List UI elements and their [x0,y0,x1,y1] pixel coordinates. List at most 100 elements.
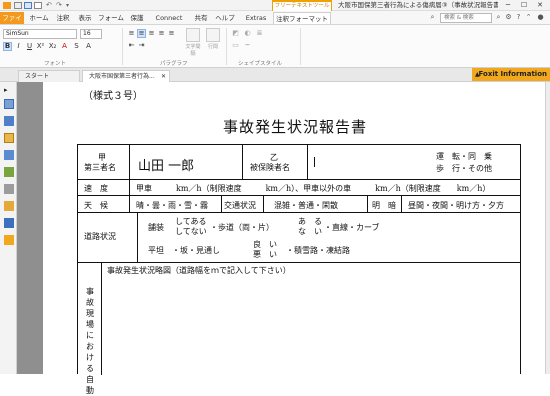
char-spacing-button[interactable]: 文字間隔 [184,28,202,57]
tab-start[interactable]: スタート [18,70,80,82]
font-color-icon[interactable]: A [60,42,69,51]
user-panel-icon[interactable] [4,235,14,245]
road-exist-no: な い [298,227,322,236]
security-icon[interactable] [4,201,14,211]
col-divider [307,145,308,179]
signature-icon[interactable] [4,218,14,228]
minimize-icon[interactable]: ─ [500,0,516,11]
print-icon[interactable] [34,2,42,9]
tab-comment[interactable]: 注釈 [54,12,72,24]
document-viewport[interactable]: （様式３号） 事故発生状況報告書 甲 第三者名 山田 一郎 乙 被保険者名 運 … [17,82,550,395]
role-options-line1: 運 転・同 乗 [436,152,492,161]
col-divider [263,195,264,212]
document-tab-strip: スタート 大阪市国保第三者行為... ✕ [0,68,550,82]
group-font-label: フォント [44,61,67,67]
distribute-icon[interactable]: ≡ [167,29,176,38]
light-label: 明 暗 [372,201,396,210]
indent-increase-icon[interactable]: ⇥ [137,41,146,50]
attachments-icon[interactable] [4,184,14,194]
pages-icon[interactable] [4,116,14,126]
tab-document-label: 大阪市国保第三者行為... [89,73,155,80]
tab-connect[interactable]: Connect [152,12,186,24]
road-shape: ・直線・カーブ [324,223,380,232]
line-width-icon[interactable]: ≣ [255,29,264,38]
light-options: 昼間・夜間・明け方・夕方 [408,201,504,210]
superscript-icon[interactable]: X² [36,42,45,51]
tab-help[interactable]: ヘルプ [214,12,236,24]
align-left-icon[interactable]: ≡ [127,29,136,38]
road-visibility-bad: 悪 い [253,250,277,259]
opacity-icon[interactable]: ◐ [243,29,252,38]
save-icon[interactable] [24,2,32,9]
party-a-name-field[interactable]: 山田 一郎 [138,155,194,174]
customize-icon[interactable]: ▾ [66,2,74,9]
page-title: 事故発生状況報告書 [223,118,368,136]
comments-icon[interactable] [4,167,14,177]
indent-decrease-icon[interactable]: ⇤ [127,41,136,50]
speed-text: 甲車 km／h（制限速度 km／h）、甲車以外の車 km／h（制限速度 km／h… [136,184,491,193]
close-tab-icon[interactable]: ✕ [161,71,166,82]
help-icon[interactable]: ? [514,13,523,22]
text-cursor [314,157,315,167]
tab-annotation-format[interactable]: 注釈フォーマット [273,12,331,24]
close-icon[interactable]: ✕ [532,0,548,11]
settings-icon[interactable]: ⚙ [504,13,513,22]
foxit-information-button[interactable]: ▲ Foxit Information [472,68,550,81]
search-icon[interactable]: ⌕ [428,13,437,22]
hand-tool-icon[interactable] [4,99,14,109]
open-icon[interactable] [14,2,22,9]
ribbon-separator [300,28,301,65]
traffic-label: 交通状況 [224,201,256,210]
search-input[interactable]: 検索 & 検索 [440,13,492,23]
redo-icon[interactable]: ↷ [56,2,64,9]
group-shape-style-label: シェイプスタイル [238,61,283,67]
clear-format-icon[interactable]: A [84,42,93,51]
tab-home[interactable]: ホーム [28,12,50,24]
font-size-select[interactable]: 16 [80,29,102,39]
user-icon[interactable]: ● [536,13,545,22]
vertical-scrollbar[interactable] [545,82,550,374]
form-number: （様式３号） [83,91,143,102]
maximize-icon[interactable]: ☐ [516,0,532,11]
tab-share[interactable]: 共有 [193,12,209,24]
search-go-icon[interactable]: ⌕ [494,13,503,22]
border-style-icon[interactable]: ┅ [243,41,252,50]
italic-icon[interactable]: I [14,42,23,51]
tab-file[interactable]: ファイル [0,12,24,34]
tab-current-document[interactable]: 大阪市国保第三者行為... ✕ [82,70,170,82]
road-label: 道路状況 [84,232,116,241]
accident-site-vertical-label: 事故現場における自動 [86,287,94,395]
font-name-select[interactable]: SimSun [3,29,77,39]
ribbon-panel: SimSun 16 B I U X² X₂ A S A フォント ≡ ≡ ≡ ≡… [0,25,550,68]
underline-icon[interactable]: U [25,42,34,51]
layers-icon[interactable] [4,150,14,160]
party-a-label-bottom: 第三者名 [84,163,116,172]
report-table: 甲 第三者名 山田 一郎 乙 被保険者名 運 転・同 乗 歩 行・その他 速 度… [77,144,521,395]
col-divider [129,195,130,212]
undo-icon[interactable]: ↶ [46,2,54,9]
minimize-ribbon-icon[interactable]: ⌃ [524,13,533,22]
subscript-icon[interactable]: X₂ [48,42,57,51]
justify-icon[interactable]: ≡ [157,29,166,38]
strikethrough-icon[interactable]: S [72,42,81,51]
bold-icon[interactable]: B [3,42,12,51]
border-color-icon[interactable]: ▭ [231,41,240,50]
ribbon-separator [122,28,123,65]
group-paragraph-label: パラグラフ [160,61,188,67]
road-slope-visibility: 平坦 ・坂・見通し [148,246,220,255]
tab-view[interactable]: 表示 [76,12,94,24]
traffic-options: 混雑・普通・閑散 [274,201,338,210]
collapse-sidebar-icon[interactable]: ▸ [4,85,14,95]
tab-form[interactable]: フォーム [98,12,124,24]
weather-label: 天 候 [84,201,108,210]
bookmark-icon[interactable] [4,133,14,143]
tab-protect[interactable]: 保護 [128,12,146,24]
line-spacing-button[interactable]: 行間 [204,28,222,55]
sketch-caption: 事故発生状況略図（道路幅をｍで記入して下さい） [107,266,291,275]
tab-extras[interactable]: Extras [243,12,269,24]
align-right-icon[interactable]: ≡ [147,29,156,38]
fill-color-icon[interactable]: ◩ [231,29,240,38]
align-center-icon[interactable]: ≡ [137,29,146,38]
road-paved: 舗装 [148,223,164,232]
pdf-page[interactable]: （様式３号） 事故発生状況報告書 甲 第三者名 山田 一郎 乙 被保険者名 運 … [43,82,550,395]
